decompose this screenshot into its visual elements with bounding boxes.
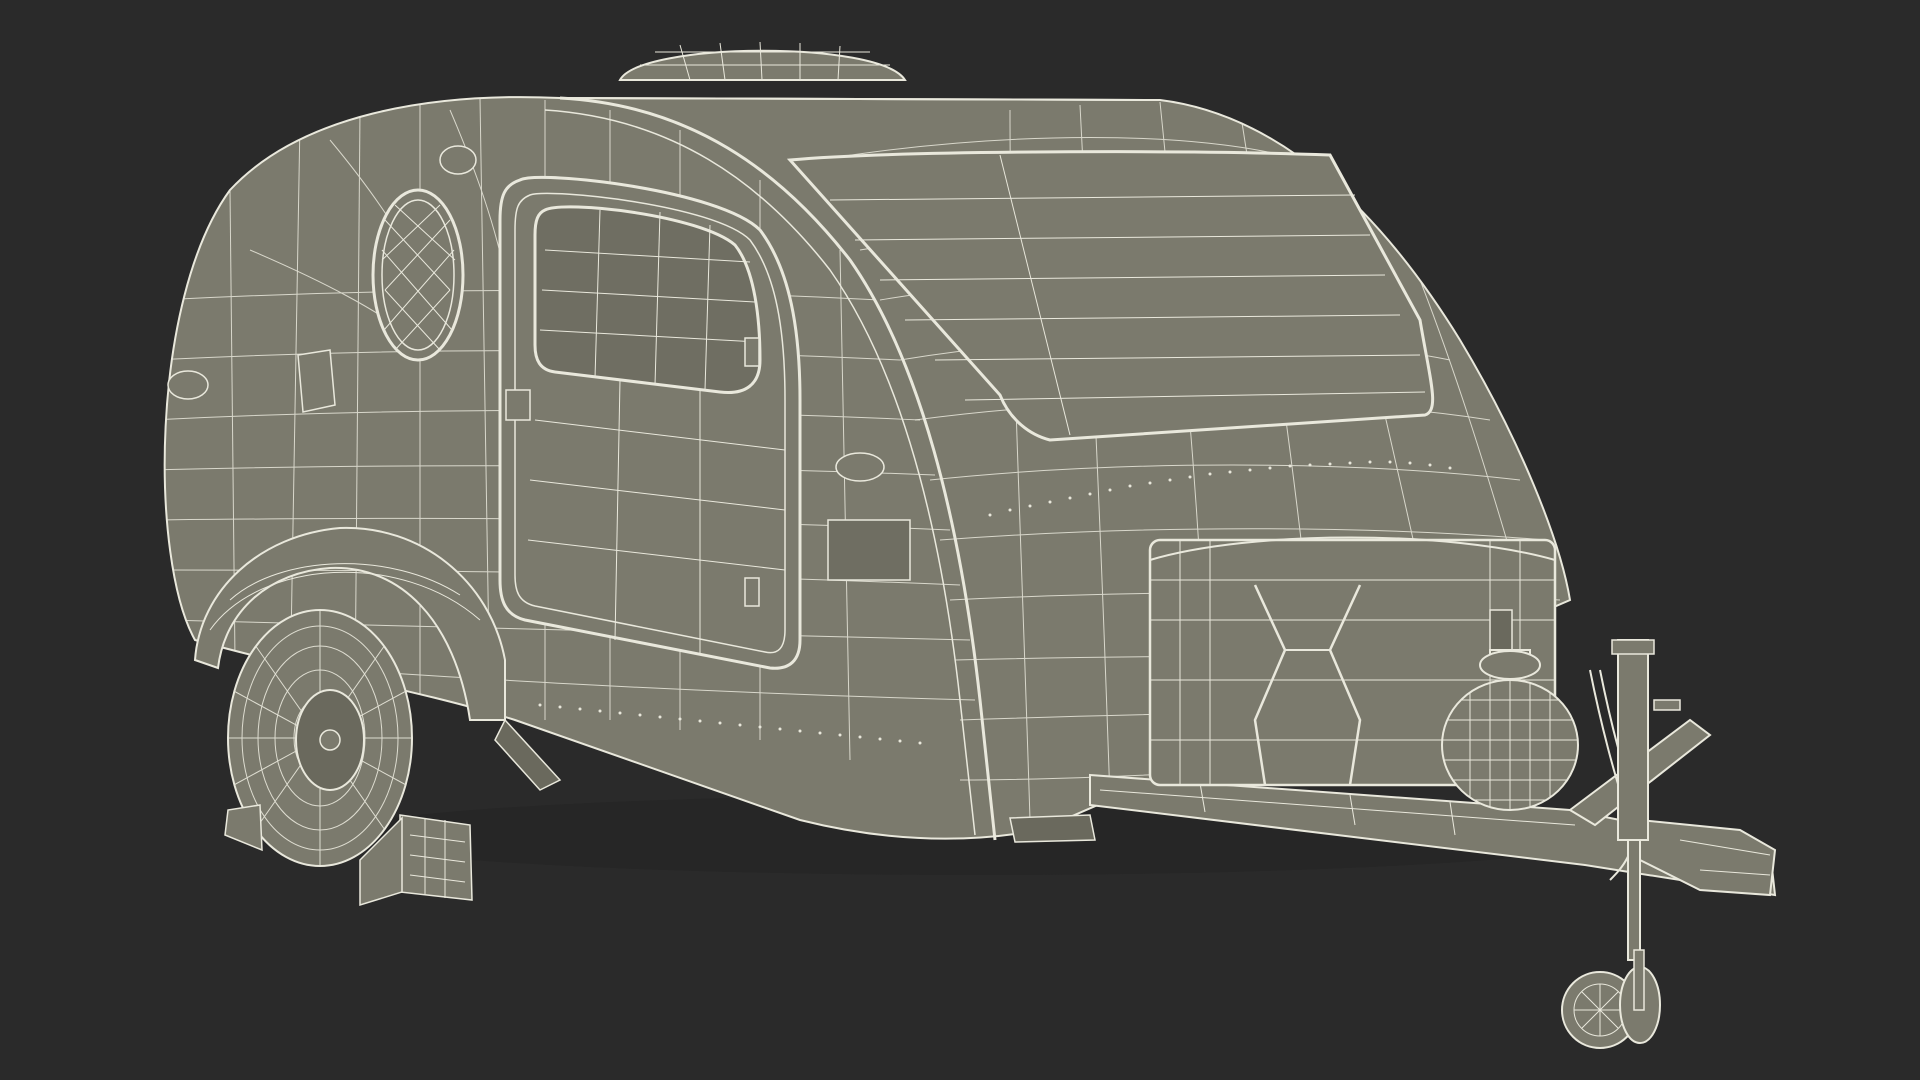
box-latch (1489, 609, 1513, 651)
roof-vent (618, 41, 907, 81)
side-door (498, 175, 802, 670)
hitch-coupler (1639, 818, 1777, 897)
render-viewport (0, 0, 1920, 1080)
trailer-render (163, 41, 1777, 1049)
porthole-window (371, 188, 465, 362)
